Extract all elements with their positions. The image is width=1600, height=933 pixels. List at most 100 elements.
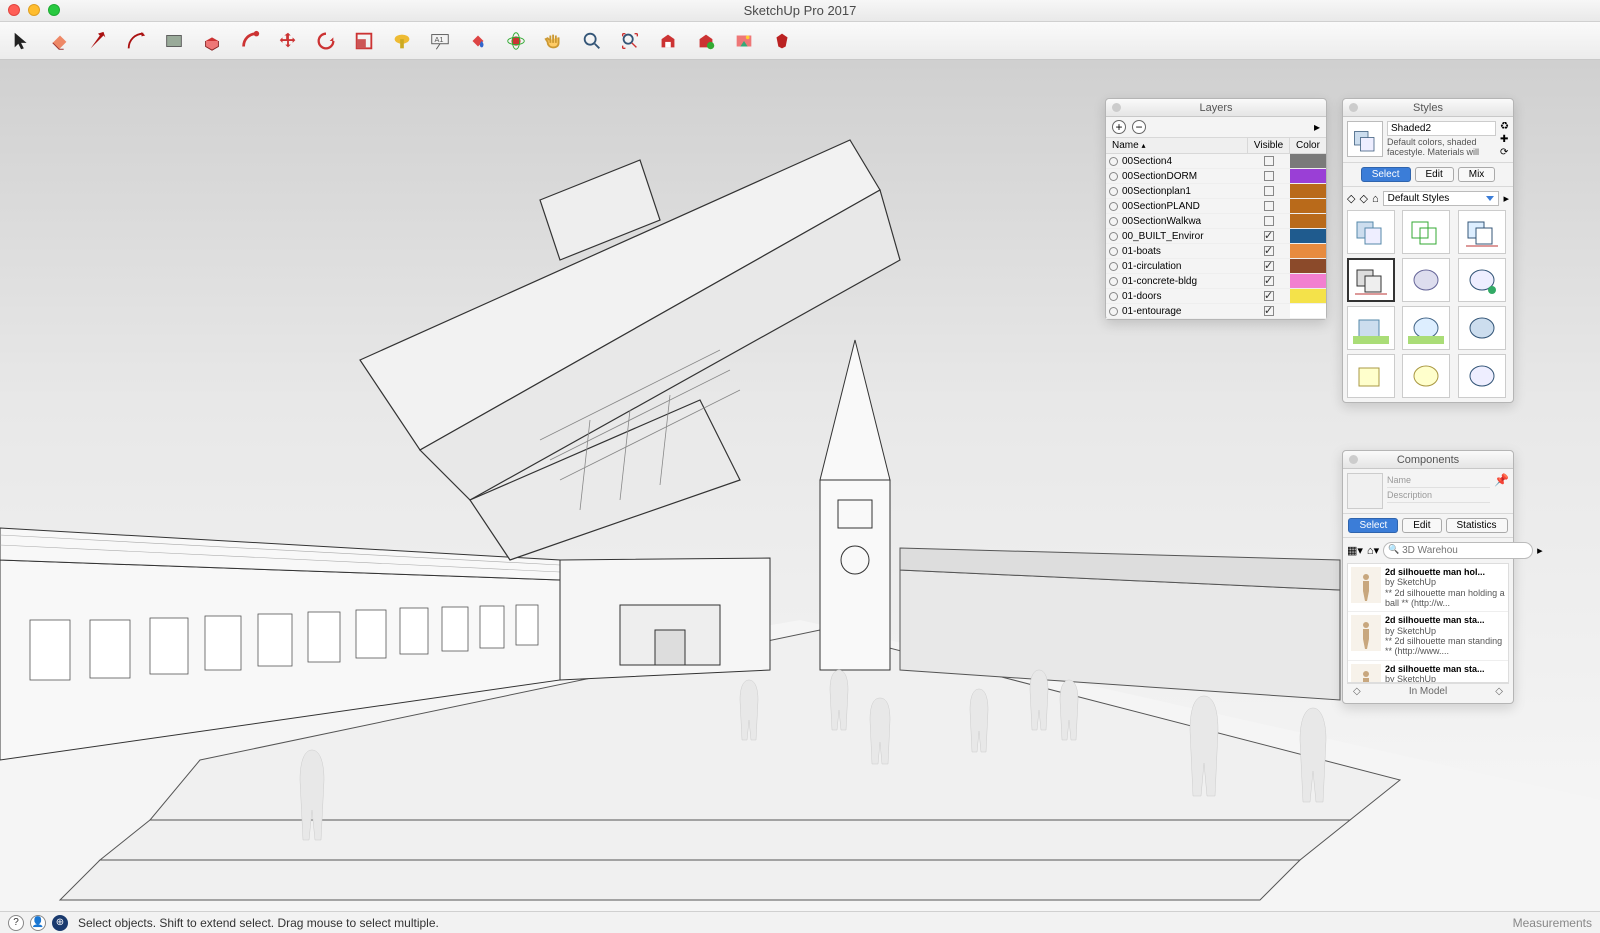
close-window-button[interactable] [8, 4, 20, 16]
pan-tool[interactable] [542, 29, 566, 53]
layer-row[interactable]: 00SectionDORM [1106, 169, 1326, 184]
zoom-extents-tool[interactable] [618, 29, 642, 53]
components-view-icon[interactable]: ▦▾ [1347, 544, 1363, 557]
components-tab-select[interactable]: Select [1348, 518, 1398, 533]
layer-radio[interactable] [1106, 157, 1120, 166]
layer-color-swatch[interactable] [1290, 274, 1326, 288]
layer-radio[interactable] [1106, 232, 1120, 241]
layer-row[interactable]: 00Section4 [1106, 154, 1326, 169]
styles-tab-select[interactable]: Select [1361, 167, 1411, 182]
layer-visible-checkbox[interactable] [1248, 276, 1290, 286]
zoom-window-button[interactable] [48, 4, 60, 16]
layer-row[interactable]: 00Sectionplan1 [1106, 184, 1326, 199]
layer-radio[interactable] [1106, 292, 1120, 301]
layers-col-color[interactable]: Color [1290, 138, 1326, 153]
layer-row[interactable]: 01-doors [1106, 289, 1326, 304]
eraser-tool[interactable] [48, 29, 72, 53]
remove-layer-button[interactable]: − [1132, 120, 1146, 134]
layer-color-swatch[interactable] [1290, 214, 1326, 228]
layers-panel-header[interactable]: Layers [1106, 99, 1326, 117]
styles-details-button[interactable]: ▸ [1503, 192, 1509, 205]
style-item[interactable] [1458, 306, 1506, 350]
component-item[interactable]: 2d silhouette man hol... by SketchUp ** … [1348, 564, 1508, 612]
layer-row[interactable]: 00SectionWalkwa [1106, 214, 1326, 229]
style-item[interactable] [1347, 306, 1395, 350]
components-home-icon[interactable]: ⌂▾ [1367, 544, 1379, 557]
layer-color-swatch[interactable] [1290, 244, 1326, 258]
layer-radio[interactable] [1106, 172, 1120, 181]
orbit-tool[interactable] [504, 29, 528, 53]
layer-visible-checkbox[interactable] [1248, 291, 1290, 301]
style-item[interactable] [1402, 210, 1450, 254]
style-new-icon[interactable]: ✚ [1500, 134, 1509, 145]
ruby-tool[interactable] [770, 29, 794, 53]
layer-radio[interactable] [1106, 217, 1120, 226]
layer-visible-checkbox[interactable] [1248, 201, 1290, 211]
text-tool[interactable]: A1 [428, 29, 452, 53]
layer-radio[interactable] [1106, 277, 1120, 286]
layers-menu-button[interactable]: ▸ [1314, 120, 1320, 134]
minimize-window-button[interactable] [28, 4, 40, 16]
layer-visible-checkbox[interactable] [1248, 246, 1290, 256]
layer-row[interactable]: 01-concrete-bldg [1106, 274, 1326, 289]
style-item[interactable] [1347, 210, 1395, 254]
styles-tab-mix[interactable]: Mix [1458, 167, 1496, 182]
user-icon[interactable]: 👤 [30, 915, 46, 931]
styles-nav-home-icon[interactable]: ⌂ [1372, 193, 1379, 205]
styles-library-select[interactable]: Default Styles [1383, 191, 1500, 206]
zoom-tool[interactable] [580, 29, 604, 53]
add-layer-button[interactable]: + [1112, 120, 1126, 134]
style-item[interactable] [1458, 258, 1506, 302]
layer-visible-checkbox[interactable] [1248, 156, 1290, 166]
components-search-input[interactable] [1383, 542, 1533, 559]
warehouse-tool[interactable] [656, 29, 680, 53]
components-details-button[interactable]: ▸ [1537, 544, 1543, 557]
layer-row[interactable]: 00SectionPLAND [1106, 199, 1326, 214]
line-tool[interactable] [86, 29, 110, 53]
style-item[interactable] [1402, 306, 1450, 350]
components-tab-statistics[interactable]: Statistics [1446, 518, 1508, 533]
followme-tool[interactable] [238, 29, 262, 53]
styles-panel[interactable]: Styles Default colors, shaded facestyle.… [1342, 98, 1514, 403]
layer-color-swatch[interactable] [1290, 304, 1326, 318]
components-panel-header[interactable]: Components [1343, 451, 1513, 469]
geo-icon[interactable]: ⊕ [52, 915, 68, 931]
select-tool[interactable] [10, 29, 34, 53]
layers-list[interactable]: 00Section4 00SectionDORM 00Sectionplan1 … [1106, 154, 1326, 319]
arc-tool[interactable] [124, 29, 148, 53]
layer-radio[interactable] [1106, 187, 1120, 196]
styles-nav-back[interactable]: ◇ [1347, 192, 1355, 205]
add-location-tool[interactable] [732, 29, 756, 53]
layer-color-swatch[interactable] [1290, 199, 1326, 213]
scale-tool[interactable] [352, 29, 376, 53]
layers-panel[interactable]: Layers + − ▸ Name ▴ Visible Color 00Sect… [1105, 98, 1327, 320]
layer-visible-checkbox[interactable] [1248, 186, 1290, 196]
components-prev-button[interactable]: ◇ [1353, 686, 1361, 697]
help-icon[interactable]: ? [8, 915, 24, 931]
style-update-icon[interactable]: ♻ [1500, 121, 1509, 132]
layer-visible-checkbox[interactable] [1248, 231, 1290, 241]
shape-tool[interactable] [162, 29, 186, 53]
layers-col-name[interactable]: Name ▴ [1106, 138, 1248, 153]
layer-row[interactable]: 01-boats [1106, 244, 1326, 259]
component-item[interactable]: 2d silhouette man sta... by SketchUp ** … [1348, 612, 1508, 660]
style-item[interactable] [1402, 258, 1450, 302]
components-list[interactable]: 2d silhouette man hol... by SketchUp ** … [1347, 563, 1509, 683]
layer-visible-checkbox[interactable] [1248, 306, 1290, 316]
layer-color-swatch[interactable] [1290, 259, 1326, 273]
style-item[interactable] [1347, 354, 1395, 398]
layer-radio[interactable] [1106, 262, 1120, 271]
layer-visible-checkbox[interactable] [1248, 171, 1290, 181]
components-panel[interactable]: Components Name Description 📌 Select Edi… [1342, 450, 1514, 704]
component-pin-icon[interactable]: 📌 [1494, 473, 1509, 509]
layer-radio[interactable] [1106, 307, 1120, 316]
layer-row[interactable]: 01-entourage [1106, 304, 1326, 319]
layer-color-swatch[interactable] [1290, 184, 1326, 198]
tape-tool[interactable] [390, 29, 414, 53]
style-item[interactable] [1458, 354, 1506, 398]
layer-radio[interactable] [1106, 247, 1120, 256]
styles-nav-fwd[interactable]: ◇ [1359, 192, 1367, 205]
style-refresh-icon[interactable]: ⟳ [1500, 147, 1509, 158]
style-name-input[interactable] [1387, 121, 1496, 136]
layers-col-visible[interactable]: Visible [1248, 138, 1290, 153]
